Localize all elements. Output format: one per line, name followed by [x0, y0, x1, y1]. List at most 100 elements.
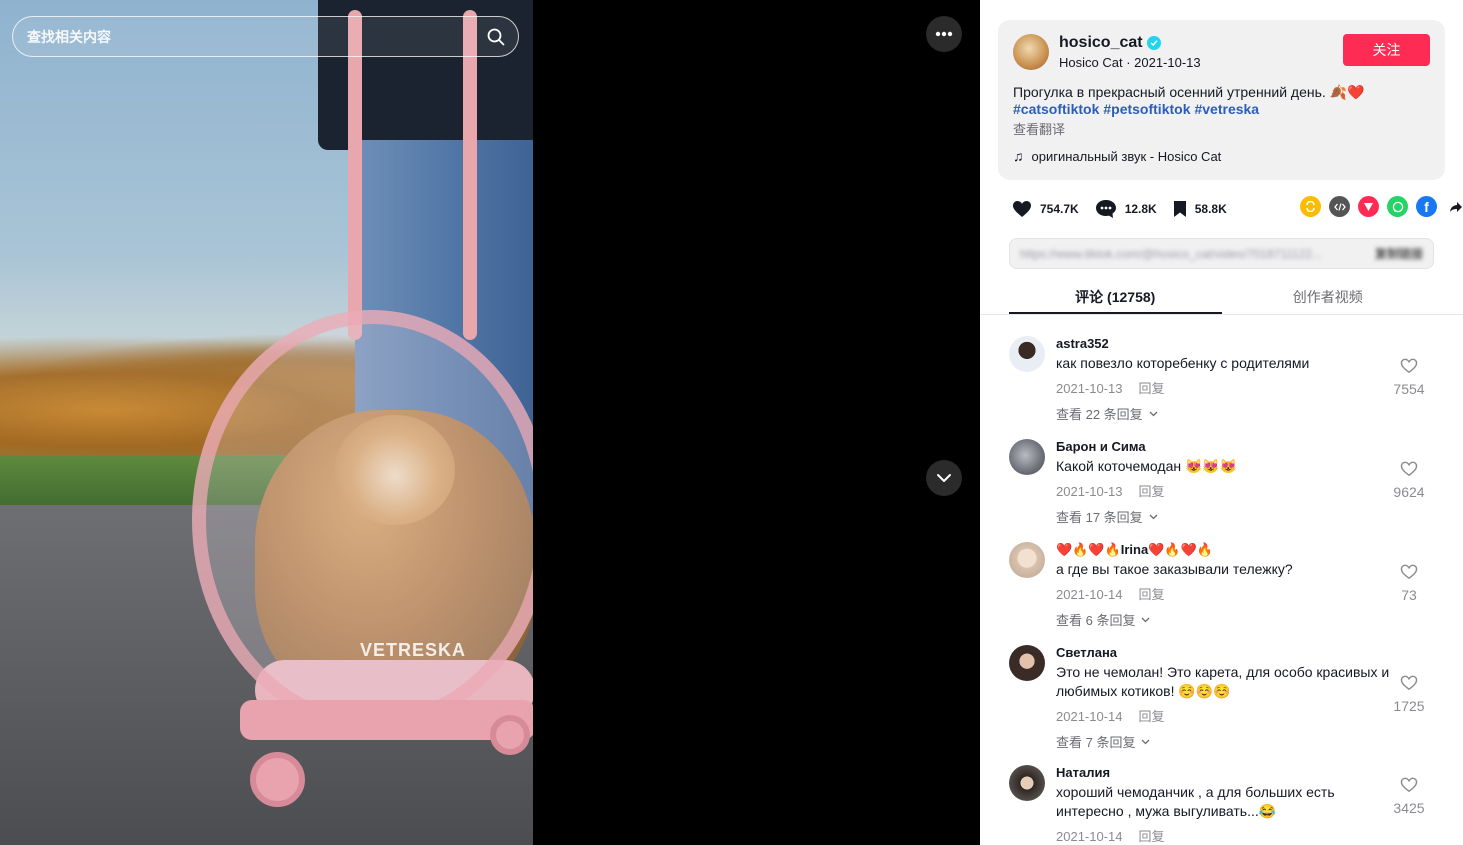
hashtag-link[interactable]: #catsoftiktok — [1013, 101, 1099, 117]
copy-link-box[interactable]: https://www.tiktok.com/@hosico_cat/video… — [1009, 238, 1434, 269]
post-caption: Прогулка в прекрасный осенний утренний д… — [1013, 84, 1365, 100]
comment-like-count: 9624 — [1393, 484, 1425, 500]
comment-date: 2021-10-13 — [1056, 484, 1123, 499]
send-icon[interactable] — [1358, 196, 1379, 217]
search-bar[interactable]: 查找相关内容 — [12, 16, 519, 57]
comment-action[interactable]: 12.8K — [1095, 199, 1157, 219]
view-replies-button[interactable]: 查看 22 条回复 — [1056, 404, 1396, 423]
comment-item: Наталия хороший чемоданчик , а для больш… — [1009, 765, 1449, 845]
author-avatar[interactable] — [1013, 34, 1049, 70]
more-options-button[interactable] — [926, 16, 962, 52]
author-handle-text[interactable]: hosico_cat — [1059, 34, 1143, 52]
carrier-wheel — [490, 715, 530, 755]
verified-badge-icon — [1146, 36, 1161, 50]
comment-like[interactable]: 3425 — [1384, 777, 1434, 816]
search-icon[interactable] — [474, 17, 518, 56]
panel-tabs: 评论 (12758) 创作者视频 — [1009, 278, 1434, 314]
translate-link[interactable]: 查看翻译 — [1013, 119, 1430, 138]
copy-link-button[interactable]: 复制链接 — [1375, 245, 1423, 262]
comment-item: Барон и Сима Какой коточемодан 😻😻😻 2021-… — [1009, 439, 1449, 542]
commenter-name[interactable]: Барон и Сима — [1056, 439, 1396, 457]
whatsapp-icon[interactable] — [1387, 196, 1408, 217]
comment-count: 12.8K — [1124, 202, 1157, 216]
bookmark-icon — [1173, 201, 1186, 217]
reply-button[interactable]: 回复 — [1139, 381, 1165, 396]
video-stage: VETRESKA 查找相关内容 — [0, 0, 980, 845]
hashtag-link[interactable]: #vetreska — [1194, 101, 1259, 117]
commenter-name[interactable]: ❤️🔥❤️🔥Irina❤️🔥❤️🔥 — [1056, 542, 1396, 560]
view-replies-label[interactable]: 查看 22 条回复 — [1056, 404, 1143, 423]
commenter-avatar[interactable] — [1009, 336, 1045, 372]
view-replies-label[interactable]: 查看 7 条回复 — [1056, 732, 1135, 751]
view-replies-button[interactable]: 查看 17 条回复 — [1056, 507, 1396, 526]
comment-text: Это не чемолан! Это карета, для особо кр… — [1056, 664, 1390, 699]
heart-outline-icon — [1400, 358, 1418, 374]
commenter-avatar[interactable] — [1009, 765, 1045, 801]
hashtag-link[interactable]: #petsoftiktok — [1103, 101, 1190, 117]
tab-creator-videos[interactable]: 创作者视频 — [1222, 278, 1435, 314]
like-count: 754.7K — [1040, 202, 1079, 216]
heart-outline-icon — [1400, 675, 1418, 691]
comment-body: Светлана Это не чемолан! Это карета, для… — [1056, 645, 1396, 765]
chevron-down-icon — [1142, 617, 1150, 622]
view-replies-button[interactable]: 查看 7 条回复 — [1056, 732, 1396, 751]
commenter-name[interactable]: astra352 — [1056, 336, 1396, 354]
music-title[interactable]: оригинальный звук - Hosico Cat — [1032, 149, 1222, 164]
chevron-down-icon — [1149, 411, 1158, 416]
music-row[interactable]: ♫ оригинальный звук - Hosico Cat — [1013, 148, 1430, 164]
description-card: hosico_cat Hosico Cat · 2021-10-13 关注 Пр… — [998, 20, 1445, 180]
author-meta: hosico_cat Hosico Cat · 2021-10-13 — [1059, 34, 1343, 70]
view-replies-button[interactable]: 查看 6 条回复 — [1056, 610, 1396, 629]
app-root: VETRESKA 查找相关内容 hosico_cat Hosico Cat · … — [0, 0, 1463, 845]
author-subline: Hosico Cat · 2021-10-13 — [1059, 55, 1343, 70]
embed-icon[interactable] — [1329, 196, 1350, 217]
comment-like-count: 1725 — [1393, 698, 1425, 714]
more-dots-icon — [935, 31, 953, 37]
side-panel: hosico_cat Hosico Cat · 2021-10-13 关注 Пр… — [980, 0, 1463, 845]
like-action[interactable]: 754.7K — [1012, 200, 1079, 218]
tabs-divider — [980, 314, 1463, 315]
commenter-name[interactable]: Наталия — [1056, 765, 1396, 783]
comment-date: 2021-10-14 — [1056, 709, 1123, 724]
comment-like-count: 3425 — [1393, 800, 1425, 816]
commenter-avatar[interactable] — [1009, 439, 1045, 475]
comment-like[interactable]: 73 — [1384, 564, 1434, 603]
commenter-avatar[interactable] — [1009, 645, 1045, 681]
carrier-wheel — [250, 752, 305, 807]
save-count: 58.8K — [1194, 202, 1227, 216]
tab-comments[interactable]: 评论 (12758) — [1009, 278, 1222, 314]
reply-button[interactable]: 回复 — [1139, 587, 1165, 602]
facebook-icon[interactable]: f — [1416, 196, 1437, 217]
save-action[interactable]: 58.8K — [1173, 200, 1227, 218]
search-input[interactable]: 查找相关内容 — [13, 27, 474, 47]
video-player[interactable]: VETRESKA — [0, 0, 533, 845]
reply-button[interactable]: 回复 — [1139, 484, 1165, 499]
comment-date: 2021-10-14 — [1056, 587, 1123, 602]
share-arrow-icon[interactable] — [1445, 196, 1463, 217]
comment-like[interactable]: 1725 — [1384, 675, 1434, 714]
author-handle[interactable]: hosico_cat — [1059, 34, 1343, 52]
comment-text: как повезло которебенку с родителями — [1056, 355, 1310, 371]
heart-outline-icon — [1400, 564, 1418, 580]
share-icons: f — [1300, 196, 1463, 217]
comment-item: Светлана Это не чемолан! Это карета, для… — [1009, 645, 1449, 765]
view-replies-label[interactable]: 查看 6 条回复 — [1056, 610, 1135, 629]
reply-button[interactable]: 回复 — [1139, 709, 1165, 724]
comment-text: а где вы такое заказывали тележку? — [1056, 561, 1293, 577]
heart-outline-icon — [1400, 461, 1418, 477]
action-bar: 754.7K 12.8K 58.8K f — [1012, 196, 1462, 222]
heart-outline-icon — [1400, 777, 1418, 793]
commenter-avatar[interactable] — [1009, 542, 1045, 578]
author-separator: · — [1122, 55, 1135, 70]
hashtag-list: #catsoftiktok #petsoftiktok #vetreska — [1013, 101, 1430, 118]
repost-icon[interactable] — [1300, 196, 1321, 217]
reply-button[interactable]: 回复 — [1139, 829, 1165, 844]
commenter-name[interactable]: Светлана — [1056, 645, 1396, 663]
view-replies-label[interactable]: 查看 17 条回复 — [1056, 507, 1143, 526]
comment-like[interactable]: 7554 — [1384, 358, 1434, 397]
next-video-button[interactable] — [926, 460, 962, 496]
follow-button[interactable]: 关注 — [1343, 34, 1430, 66]
comment-like[interactable]: 9624 — [1384, 461, 1434, 500]
comment-item: astra352 как повезло которебенку с родит… — [1009, 336, 1449, 439]
video-link-text[interactable]: https://www.tiktok.com/@hosico_cat/video… — [1020, 247, 1367, 261]
